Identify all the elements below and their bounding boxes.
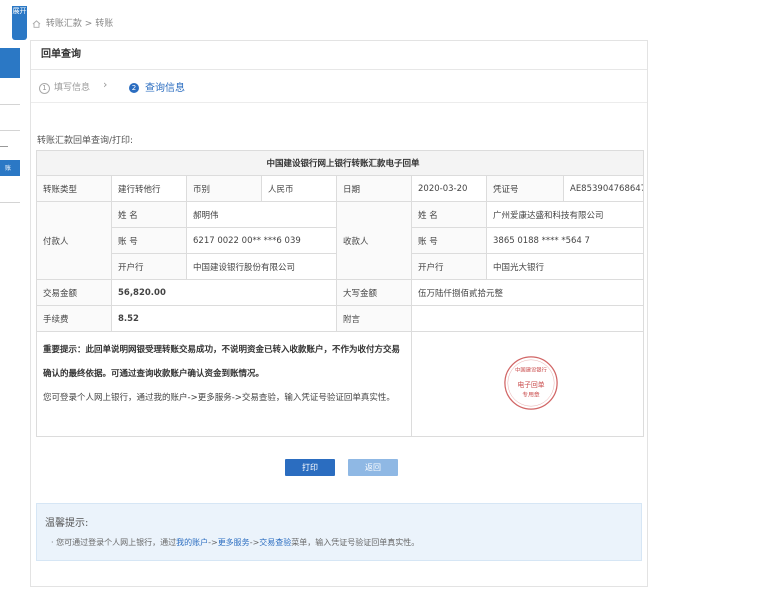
sidebar-toggle-button[interactable]: 展开: [12, 6, 27, 40]
payee-bank-label: 开户行: [411, 253, 487, 280]
fee-value: 8.52: [111, 305, 337, 332]
notice-normal-text: 您可登录个人网上银行，通过我的账户->更多服务->交易查验，输入凭证号验证回单真…: [43, 393, 395, 403]
step-number: 1: [39, 83, 50, 94]
breadcrumb: 转账汇款 > 转账: [32, 16, 113, 29]
breadcrumb-root-link[interactable]: 转账汇款: [46, 19, 82, 29]
currency-value: 人民币: [261, 175, 337, 202]
payer-account-label: 账 号: [111, 227, 187, 254]
payer-bank-label: 开户行: [111, 253, 187, 280]
bank-seal-icon: 中国建设银行 电子回单 专用章: [503, 355, 558, 410]
important-notice: 重要提示：此回单说明网银受理转账交易成功，不说明资金已转入收款账户，不作为收付方…: [36, 331, 412, 437]
voucher-label: 凭证号: [486, 175, 564, 202]
home-icon[interactable]: [32, 19, 41, 28]
receipt-table: 中国建设银行网上银行转账汇款电子回单 转账类型 建行转他行 币别 人民币 日期 …: [35, 150, 645, 437]
seal-top-text: 中国建设银行: [515, 365, 547, 373]
amount-upper-label: 大写金额: [336, 279, 412, 306]
sidebar-divider: [0, 202, 20, 203]
currency-label: 币别: [186, 175, 262, 202]
back-button[interactable]: 返回: [348, 459, 398, 476]
receipt-query-panel: 回单查询 1 填写信息 › 2 查询信息 转账汇款回单查询/打印: 中国建设银行网上…: [30, 40, 648, 587]
date-value: 2020-03-20: [411, 175, 487, 202]
seal-mid-text: 电子回单: [517, 379, 544, 388]
section-subtitle: 转账汇款回单查询/打印:: [37, 136, 134, 146]
transfer-type-label: 转账类型: [36, 175, 112, 202]
seal-bot-text: 专用章: [522, 390, 540, 398]
transaction-verify-link[interactable]: 交易查验: [259, 538, 291, 547]
sidebar-divider: [0, 146, 8, 147]
tips-text: 菜单，输入凭证号验证回单真实性。: [291, 538, 420, 547]
receipt-title-row: 中国建设银行网上银行转账汇款电子回单: [35, 150, 645, 176]
sidebar-active-block[interactable]: [0, 48, 20, 78]
breadcrumb-current: 转账: [95, 19, 114, 29]
payer-bank-value: 中国建设银行股份有限公司: [186, 253, 337, 280]
amount-value: 56,820.00: [111, 279, 337, 306]
fee-label: 手续费: [36, 305, 112, 332]
step-query-info: 2 查询信息: [129, 79, 185, 94]
step-number: 2: [129, 83, 139, 93]
tips-title: 温馨提示:: [45, 518, 89, 529]
transfer-type-value: 建行转他行: [111, 175, 187, 202]
stamp-cell: 中国建设银行 电子回单 专用章: [410, 331, 645, 437]
amount-upper-value: 伍万陆仟捌佰贰拾元整: [410, 279, 645, 306]
date-label: 日期: [336, 175, 412, 202]
payee-name-value: 广州爱康达盛和科技有限公司: [485, 201, 645, 228]
step-label: 查询信息: [145, 83, 185, 94]
tips-arrow: ->: [249, 538, 260, 547]
panel-title: 回单查询: [31, 41, 647, 70]
payer-label: 付款人: [36, 201, 112, 280]
table-row: 重要提示：此回单说明网银受理转账交易成功，不说明资金已转入收款账户，不作为收付方…: [36, 331, 645, 437]
payee-account-label: 账 号: [411, 227, 487, 254]
step-fill-info: 1 填写信息: [39, 80, 90, 94]
tips-arrow: ->: [208, 538, 218, 547]
sidebar-item-active[interactable]: 账: [0, 160, 20, 176]
sidebar-divider: [0, 130, 20, 131]
payee-bank-value: 中国光大银行: [485, 253, 645, 280]
payee-label: 收款人: [336, 201, 412, 280]
bullet: ·: [51, 538, 54, 547]
more-services-link[interactable]: 更多服务: [218, 538, 250, 547]
tips-body: · 您可通过登录个人网上银行，通过我的账户->更多服务->交易查验菜单，输入凭证…: [51, 537, 419, 548]
payer-name-label: 姓 名: [111, 201, 187, 228]
print-button[interactable]: 打印: [285, 459, 335, 476]
table-row: 手续费 8.52 附言: [36, 305, 645, 332]
payee-account-value: 3865 0188 **** *564 7: [485, 227, 645, 254]
receipt-title: 中国建设银行网上银行转账汇款电子回单: [35, 150, 645, 176]
table-row: 交易金额 56,820.00 大写金额 伍万陆仟捌佰贰拾元整: [36, 279, 645, 306]
sidebar-item-label: 账: [5, 165, 12, 172]
tips-box: 温馨提示: · 您可通过登录个人网上银行，通过我的账户->更多服务->交易查验菜…: [36, 503, 642, 561]
note-value: [410, 305, 645, 332]
payer-name-value: 郝明伟: [186, 201, 337, 228]
amount-label: 交易金额: [36, 279, 112, 306]
table-row: 转账类型 建行转他行 币别 人民币 日期 2020-03-20 凭证号 AE85…: [36, 175, 645, 202]
sidebar-divider: [0, 104, 20, 105]
note-label: 附言: [336, 305, 412, 332]
step-label: 填写信息: [54, 83, 91, 93]
notice-bold-text: 重要提示：此回单说明网银受理转账交易成功，不说明资金已转入收款账户，不作为收付方…: [43, 345, 401, 379]
chevron-right-icon: ›: [103, 78, 108, 91]
my-account-link[interactable]: 我的账户: [176, 538, 208, 547]
step-indicator: 1 填写信息 › 2 查询信息: [31, 70, 647, 103]
voucher-value: AE853904768647: [562, 175, 645, 202]
tips-text: 您可通过登录个人网上银行，通过: [56, 538, 177, 547]
breadcrumb-separator: >: [84, 19, 93, 29]
payer-account-value: 6217 0022 00** ***6 039: [186, 227, 337, 254]
payee-name-label: 姓 名: [411, 201, 487, 228]
table-row: 付款人 姓 名 郝明伟 收款人 姓 名 广州爱康达盛和科技有限公司: [36, 201, 645, 280]
